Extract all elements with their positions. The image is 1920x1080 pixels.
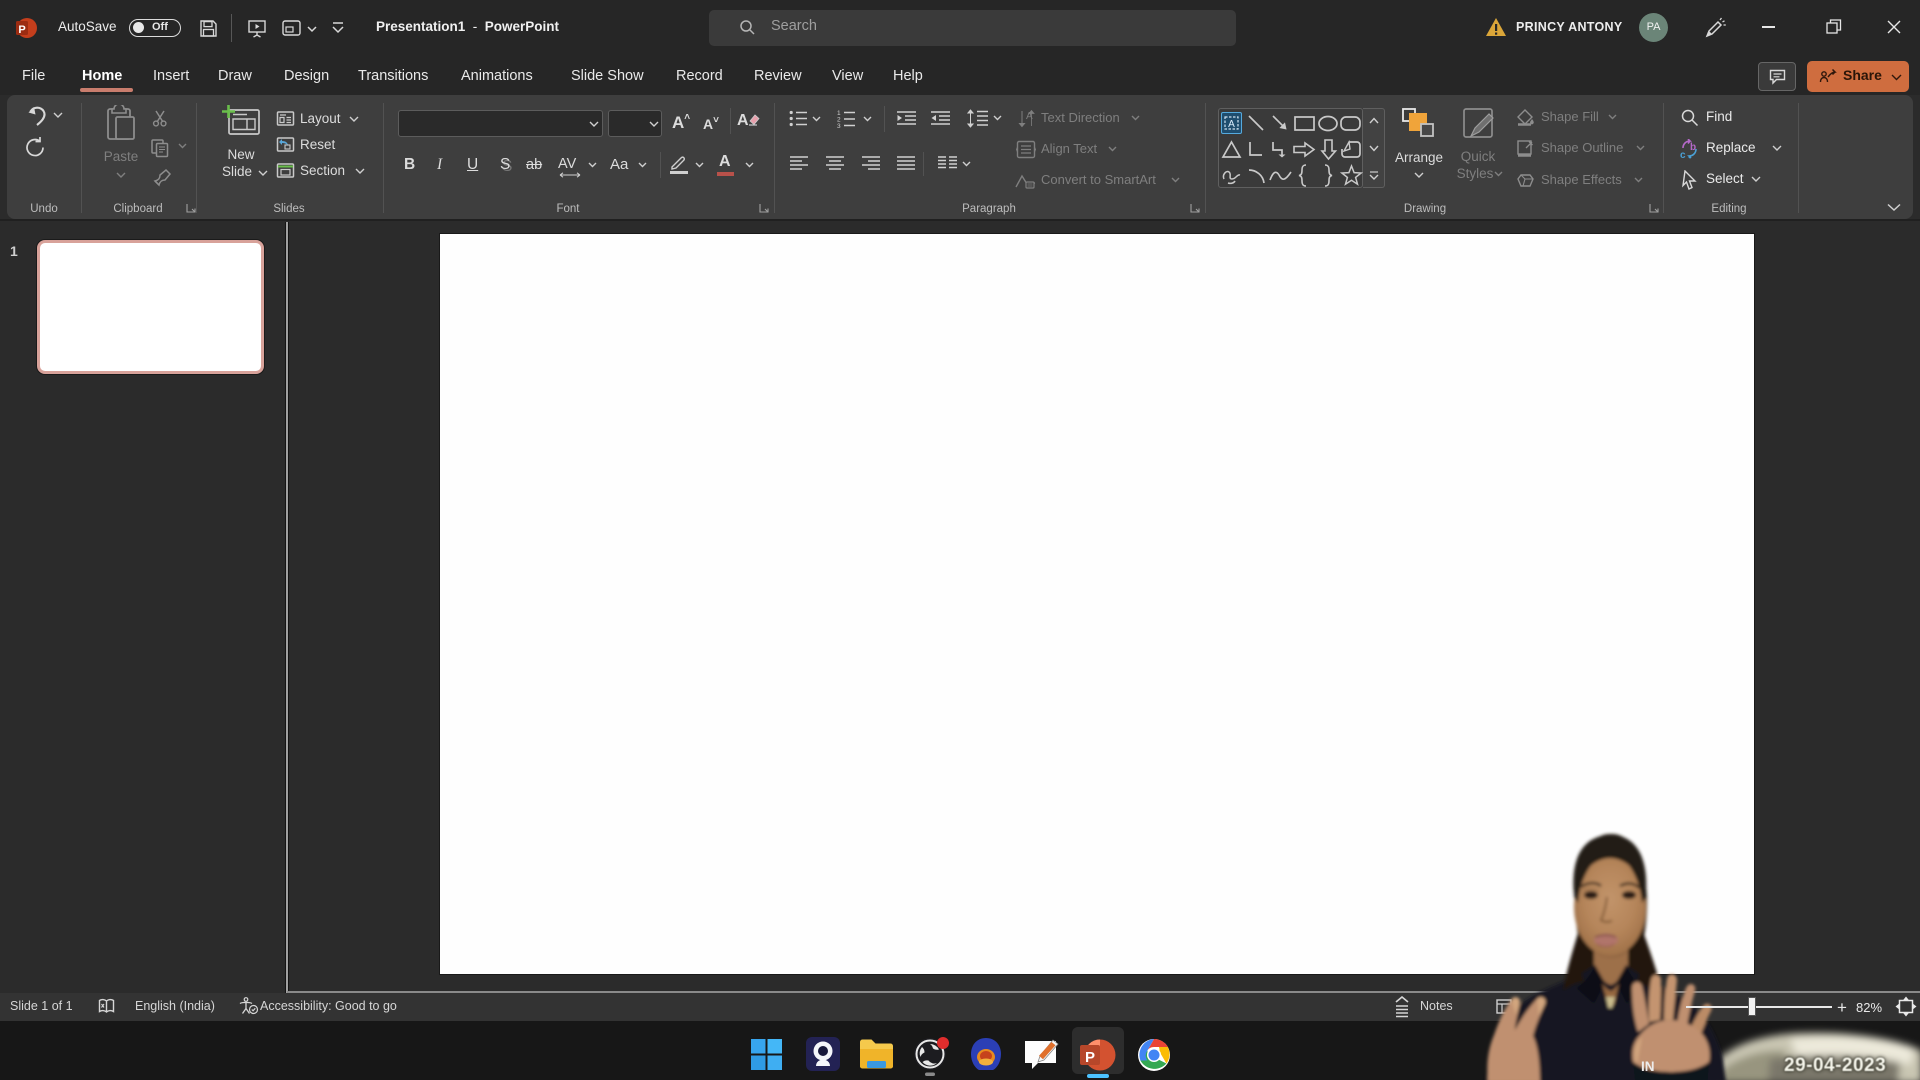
svg-text:3: 3 xyxy=(837,123,841,128)
svg-text:c: c xyxy=(1680,150,1686,159)
svg-text:P: P xyxy=(1085,1049,1095,1066)
svg-text:P: P xyxy=(18,24,25,36)
svg-text:A: A xyxy=(1228,119,1235,130)
